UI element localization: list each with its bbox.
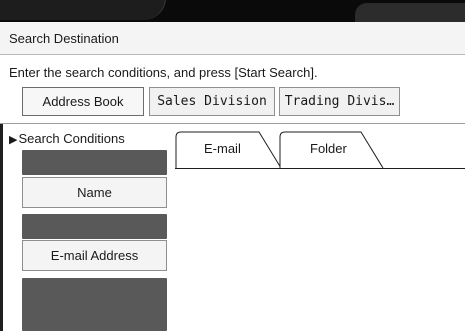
sales-division-button[interactable]: Sales Division <box>149 87 275 116</box>
address-book-button[interactable]: Address Book <box>22 87 144 116</box>
search-conditions-text: Search Conditions <box>18 131 125 146</box>
tab-folder-label: Folder <box>310 141 347 156</box>
email-address-button[interactable]: E-mail Address <box>22 240 167 271</box>
top-bar <box>0 0 465 22</box>
trading-division-button[interactable]: Trading Divis… <box>279 87 400 116</box>
tab-email[interactable]: E-mail <box>175 131 285 169</box>
window-title: Search Destination <box>9 31 119 46</box>
triangle-right-icon: ▶ <box>9 134 18 146</box>
tab-email-label: E-mail <box>204 141 241 156</box>
tab-baseline <box>175 168 465 169</box>
third-value-field <box>22 278 167 331</box>
name-button[interactable]: Name <box>22 177 167 208</box>
panel-left-rule <box>0 124 3 331</box>
tab-folder[interactable]: Folder <box>279 131 389 169</box>
name-value-field <box>22 150 167 175</box>
window-header: Search Destination <box>0 22 465 55</box>
search-conditions-label: ▶Search Conditions <box>9 131 125 146</box>
top-bar-right-shape <box>355 3 465 22</box>
instruction-text: Enter the search conditions, and press [… <box>9 65 318 80</box>
top-bar-tab-shape <box>0 0 166 20</box>
email-value-field <box>22 214 167 239</box>
tab-strip: E-mail Folder <box>175 131 465 169</box>
